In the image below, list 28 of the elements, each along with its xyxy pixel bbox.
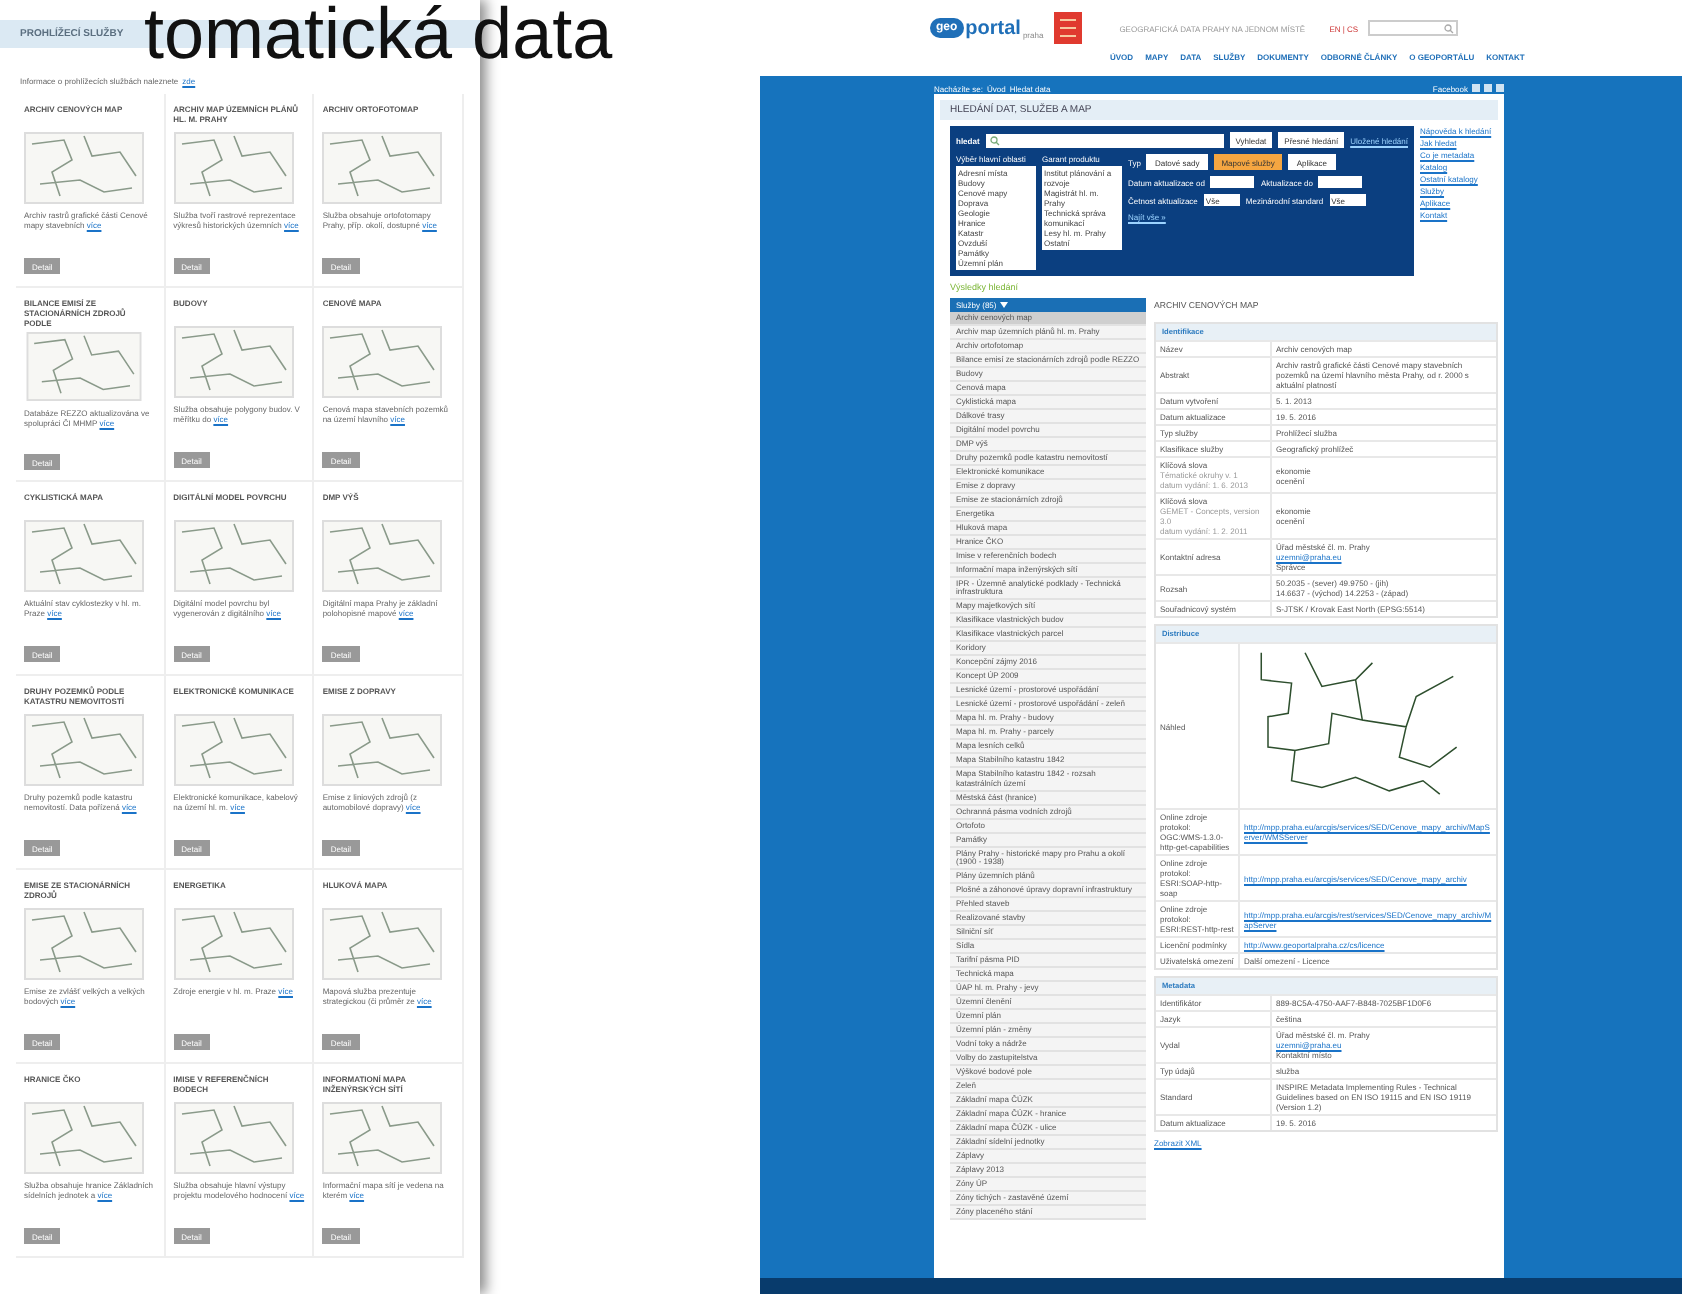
map-thumbnail [173,520,294,592]
map-thumbnail [173,714,294,786]
map-thumbnail [322,1102,443,1174]
date-field[interactable] [1210,176,1255,188]
map-thumbnail [322,908,443,980]
search-icon [1444,23,1455,33]
map-thumbnail [322,132,443,204]
date-field[interactable] [1318,176,1363,188]
search-icon [989,135,1000,145]
map-thumbnail [24,332,144,402]
map-thumbnail [322,714,443,786]
search-input[interactable] [985,133,1224,147]
map-thumbnail [173,132,294,204]
map-thumbnail [322,326,443,398]
map-thumbnail [322,520,443,592]
map-thumbnail [24,908,144,980]
emblem-icon [1053,12,1082,44]
caret-icon [1000,302,1009,308]
map-thumbnail [173,908,294,980]
map-thumbnail [173,1102,294,1174]
search-field[interactable] [1368,20,1459,36]
map-thumbnail [24,520,144,592]
map-thumbnail [24,1102,144,1174]
map-thumbnail [173,326,294,398]
logo-text: portal [965,17,1021,39]
slide-title: tomatická data [144,0,613,69]
map-thumbnail [24,714,144,786]
map-thumbnail [24,132,144,204]
